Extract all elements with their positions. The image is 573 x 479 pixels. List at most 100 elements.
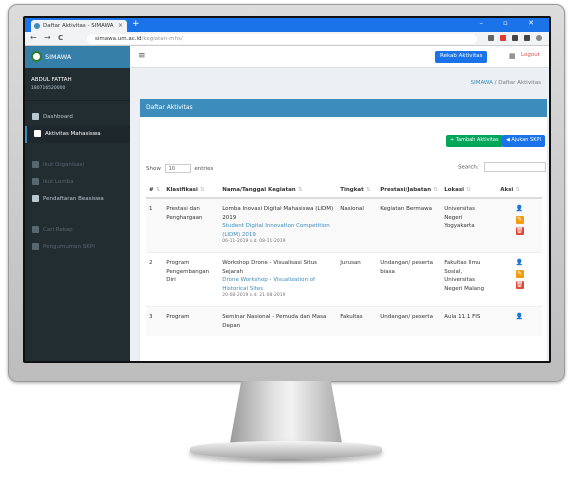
cell-klasifikasi: Prestasi dan Penghargaan [163, 197, 220, 253]
forward-icon[interactable]: → [44, 33, 51, 42]
cell-nama: Seminar Nasional - Pemuda dan Masa Depan [219, 306, 338, 337]
browser-tab-bar: Daftar Aktivitas - SIMAWA × + – ▫ ✕ [25, 18, 549, 32]
screen: Daftar Aktivitas - SIMAWA × + – ▫ ✕ ← → … [25, 18, 549, 361]
reload-icon[interactable]: C [58, 34, 63, 42]
table-row: 1 Prestasi dan Penghargaan Lomba Inovasi… [146, 197, 542, 253]
cell-lokasi: Fakultas Ilmu Sosial, Universitas Negeri… [441, 252, 498, 307]
col-header-nama[interactable]: Nama/Tanggal Kegiatan ⇅ [219, 182, 338, 199]
cell-no: 3 [146, 306, 164, 337]
cell-klasifikasi: Program [163, 306, 220, 337]
breadcrumb: SIMAWA / Daftar Aktivitas [471, 80, 541, 86]
box-title: Daftar Aktivitas [140, 99, 547, 117]
cell-aksi: 👤 ✎ 🗑 [497, 197, 542, 253]
sidebar-item-beasiswa[interactable]: Pendaftaran Beasiswa [25, 191, 130, 208]
dashboard-icon [32, 112, 39, 120]
cell-aksi: 👤 [497, 306, 542, 337]
brand-name: SIMAWA [45, 53, 72, 61]
entries-label: entries [194, 166, 214, 172]
edit-icon[interactable]: ✎ [515, 216, 524, 224]
col-header-no[interactable]: # ⇅ [146, 182, 164, 199]
edit-icon[interactable]: ✎ [515, 270, 524, 279]
activity-date: 20-08-2019 s.d. 21-08-2019 [222, 293, 286, 299]
star-icon[interactable] [488, 35, 494, 41]
ajukan-skpi-button[interactable]: ◀ Ajukan SKPI [502, 135, 545, 147]
sidebar-item-label: Pengumuman SKPI [43, 243, 95, 250]
extension-icon[interactable] [500, 35, 506, 41]
cell-no: 1 [146, 197, 164, 253]
browser-url-bar: ← → C simawa.um.ac.id/kegiatan-mhs/ [25, 32, 549, 46]
cell-no: 2 [146, 252, 164, 307]
user-name: ABDUL FATTAH [31, 77, 72, 83]
breadcrumb-home[interactable]: SIMAWA [471, 80, 493, 86]
monitor-stand-base [190, 441, 382, 459]
tab-close-icon[interactable]: × [118, 22, 123, 29]
sidebar-item-rekap[interactable]: Cari Rekap [25, 222, 130, 239]
graduation-cap-icon [32, 194, 39, 202]
sidebar-item-organisasi[interactable]: Ikut Organisasi [25, 157, 130, 174]
back-icon[interactable]: ← [30, 33, 37, 42]
search-input[interactable] [483, 162, 546, 172]
menu-toggle-icon[interactable]: ≡ [138, 51, 146, 61]
window-controls[interactable]: – ▫ ✕ [479, 19, 543, 27]
address-input[interactable]: simawa.um.ac.id/kegiatan-mhs/ [87, 34, 477, 44]
sidebar-item-label: Ikut Lomba [43, 178, 74, 185]
logo-icon [31, 51, 42, 62]
activity-box: Daftar Aktivitas + Tambah Aktivitas ◀ Aj… [140, 99, 547, 361]
view-user-icon[interactable]: 👤 [516, 205, 524, 213]
view-user-icon[interactable]: 👤 [516, 259, 524, 267]
trophy-icon [32, 177, 39, 185]
logout-link[interactable]: Logout [521, 52, 540, 58]
profile-icon[interactable] [536, 35, 542, 41]
sidebar-item-label: Ikut Organisasi [43, 161, 85, 168]
delete-icon[interactable]: 🗑 [515, 281, 524, 290]
breadcrumb-current: Daftar Aktivitas [498, 80, 541, 86]
sidebar-item-lomba[interactable]: Ikut Lomba [25, 174, 130, 191]
extension-icon[interactable] [524, 35, 530, 41]
cell-lokasi: Aula 11.1 FIS [441, 306, 498, 337]
activity-date: 06-11-2019 s.d. 08-11-2019 [222, 239, 286, 245]
activity-name: Lomba Inovasi Digital Mahasiswa (LIDM) 2… [222, 206, 334, 221]
col-header-klasifikasi[interactable]: Klasifikasi ⇅ [163, 182, 220, 199]
monitor-frame: Daftar Aktivitas - SIMAWA × + – ▫ ✕ ← → … [8, 4, 565, 382]
activity-name-en[interactable]: Student Digital Innovation Competition (… [222, 222, 334, 239]
brand[interactable]: SIMAWA [25, 46, 130, 68]
new-tab-button[interactable]: + [132, 19, 140, 29]
col-header-prestasi[interactable]: Prestasi/Jabatan ⇅ [377, 182, 442, 199]
cell-tingkat: Jurusan [337, 252, 378, 307]
cell-aksi: 👤 ✎ 🗑 [497, 252, 542, 307]
cell-lokasi: Universitas Negeri Yogyakarta [441, 197, 498, 253]
activity-name-en[interactable]: Drone Workshop - Visualization of Histor… [222, 276, 334, 293]
activity-name: Seminar Nasional - Pemuda dan Masa Depan [222, 314, 327, 329]
page-length-select[interactable]: 10 [164, 164, 191, 173]
cell-prestasi: Undangan/ peserta [377, 306, 442, 337]
sidebar-item-label: Dashboard [43, 113, 73, 120]
col-header-lokasi[interactable]: Lokasi ⇅ [441, 182, 498, 199]
favicon-icon [34, 23, 40, 29]
table-row: 2 Program Pengembangan Diri Workshop Dro… [146, 252, 542, 307]
rekab-aktivitas-button[interactable]: Rekab Aktivitas [435, 51, 488, 63]
sidebar-item-aktivitas[interactable]: Aktivitas Mahasiswa [25, 125, 130, 143]
col-header-tingkat[interactable]: Tingkat ⇅ [337, 182, 378, 199]
grid-icon[interactable]: ▦ [509, 52, 516, 60]
extension-icon[interactable] [512, 35, 518, 41]
url-host: simawa.um.ac.id [95, 36, 142, 42]
col-header-aksi[interactable]: Aksi ⇅ [497, 182, 542, 199]
cell-nama: Workshop Drone - Visualisasi Situs Sejar… [219, 252, 338, 307]
document-icon [32, 242, 39, 250]
table-header-row: # ⇅ Klasifikasi ⇅ Nama/Tanggal Kegiatan ⇅ T… [146, 182, 542, 199]
cell-prestasi: Kegiatan Bermawa [377, 197, 442, 253]
delete-icon[interactable]: 🗑 [515, 227, 524, 235]
cell-tingkat: Nasional [337, 197, 378, 253]
view-user-icon[interactable]: 👤 [516, 313, 524, 321]
bar-chart-icon [32, 225, 39, 233]
show-label: Show [146, 166, 161, 172]
browser-tab[interactable]: Daftar Aktivitas - SIMAWA × [31, 20, 127, 32]
sidebar-item-skpi[interactable]: Pengumuman SKPI [25, 239, 130, 256]
users-icon [32, 160, 39, 168]
cell-tingkat: Fakultas [337, 306, 378, 337]
cell-prestasi: Undangan/ peserta biasa [377, 252, 442, 307]
tambah-aktivitas-button[interactable]: + Tambah Aktivitas [446, 135, 503, 147]
top-navbar: ≡ Rekab Aktivitas ▦ Logout [130, 46, 549, 68]
sidebar-item-dashboard[interactable]: Dashboard [25, 109, 130, 126]
activity-table: # ⇅ Klasifikasi ⇅ Nama/Tanggal Kegiatan ⇅ T… [146, 182, 542, 337]
